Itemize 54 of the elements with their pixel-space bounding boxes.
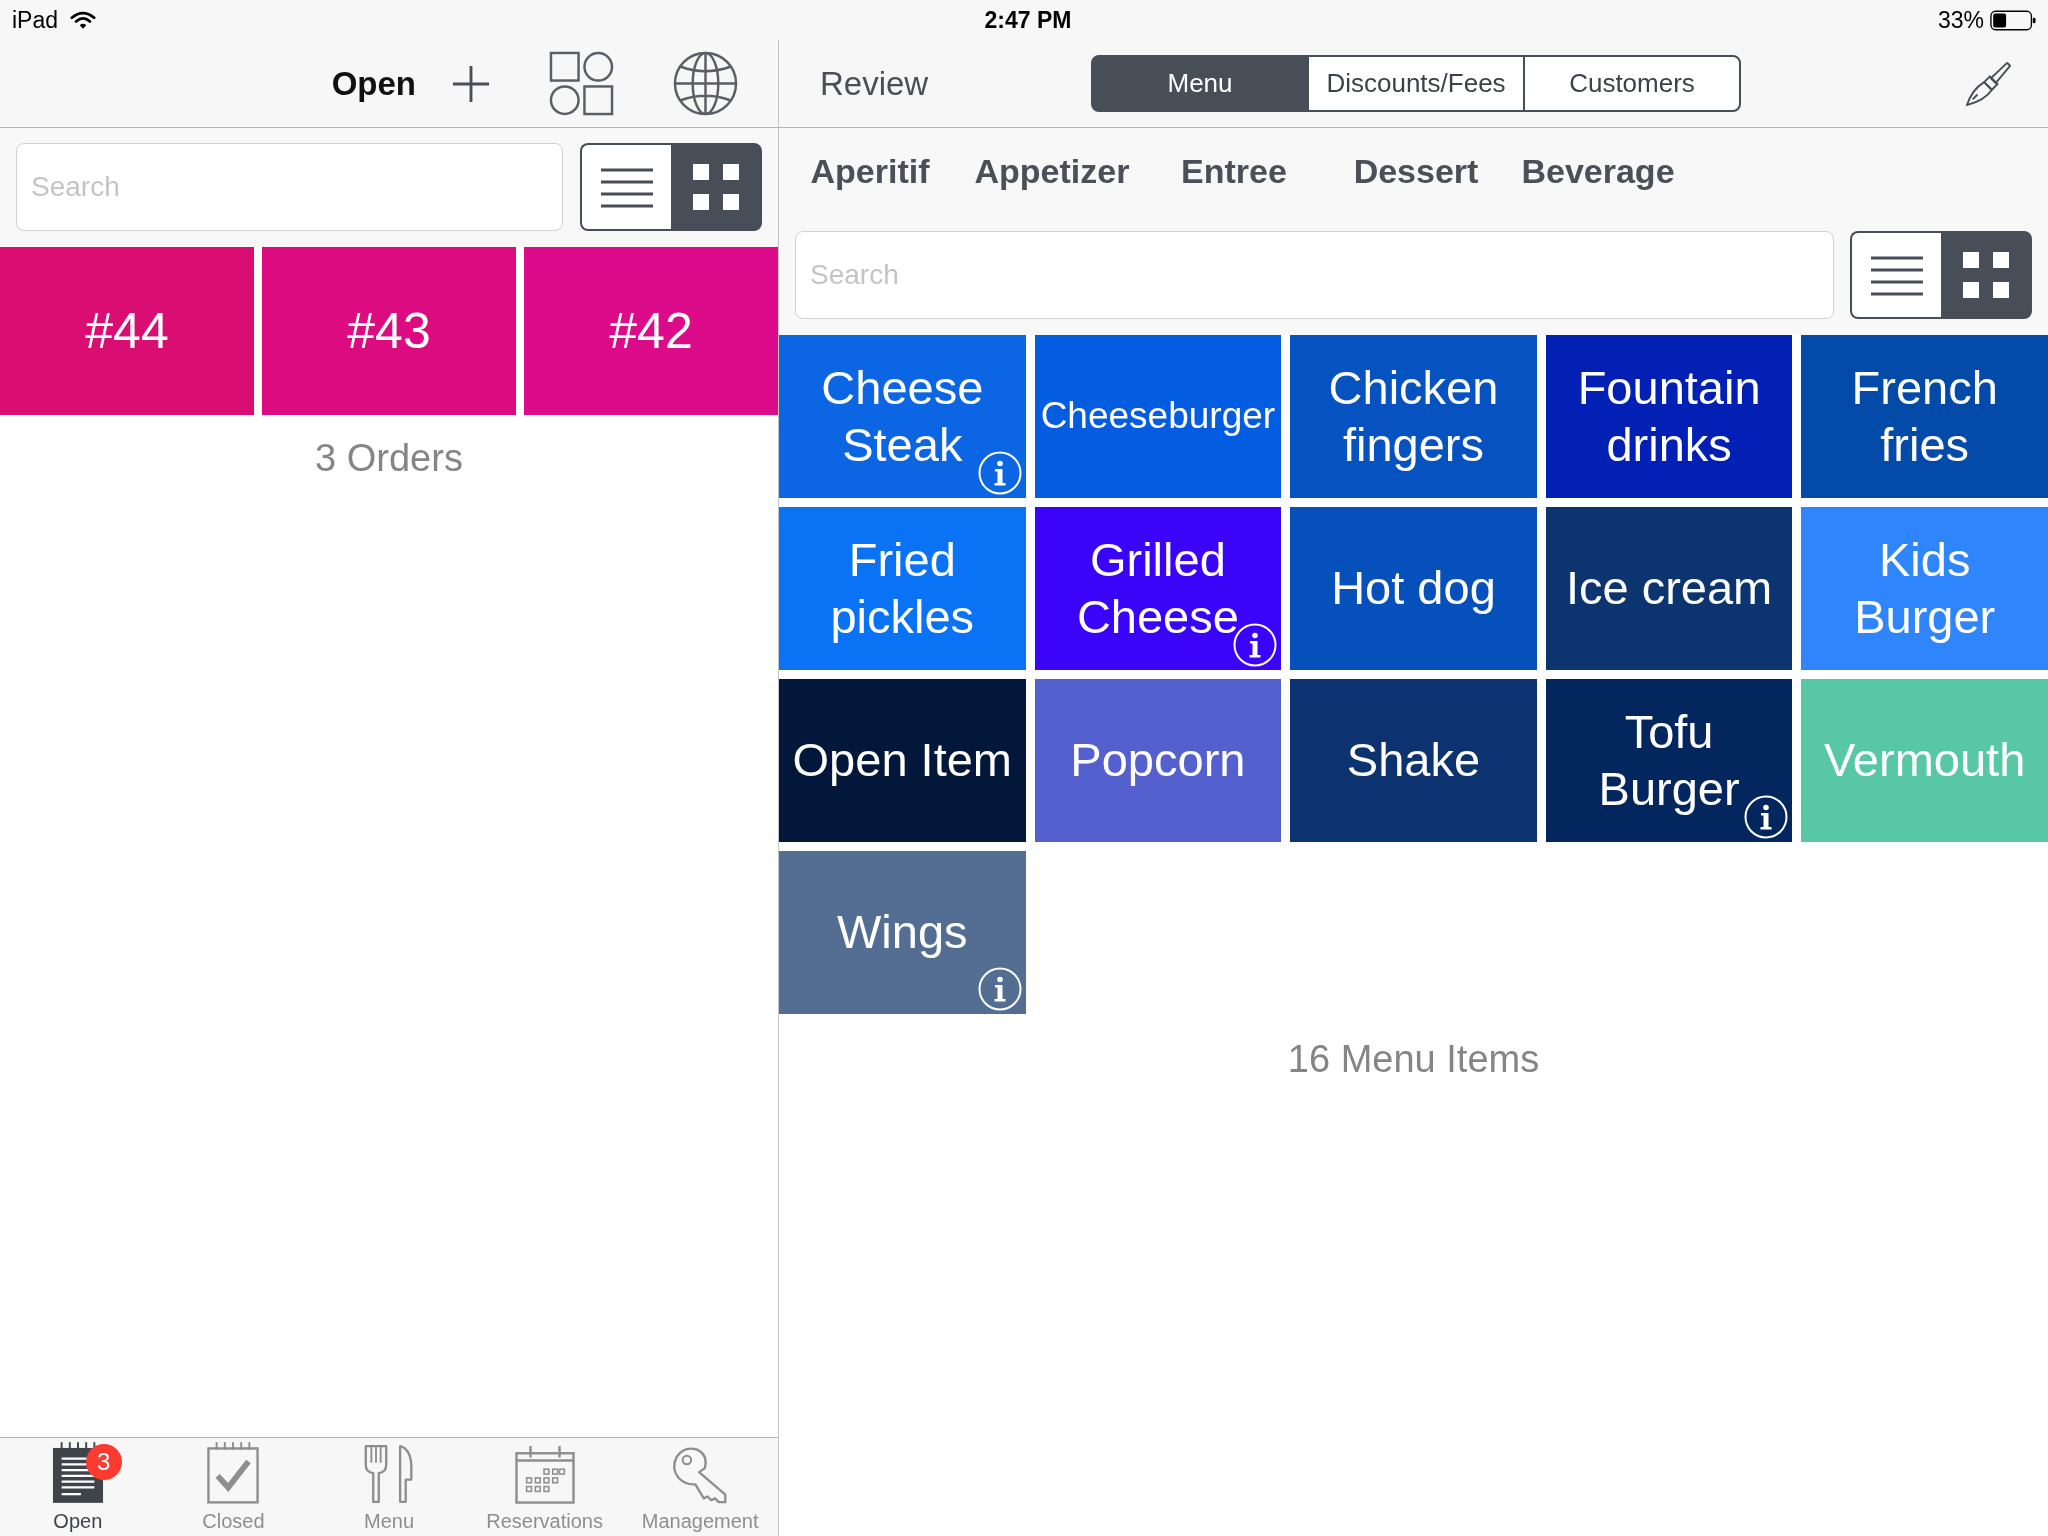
- globe-icon[interactable]: [673, 51, 738, 116]
- list-icon: [1868, 254, 1925, 296]
- menu-item-tile[interactable]: Kids Burger: [1801, 507, 2048, 670]
- grid-view-button[interactable]: [671, 143, 762, 231]
- menu-item-tile[interactable]: Fried pickles: [779, 507, 1026, 670]
- menu-item-tile[interactable]: Fountain drinks: [1545, 335, 1793, 498]
- battery-percent: 33%: [1937, 6, 1984, 34]
- category-tab[interactable]: Aperitif: [779, 152, 961, 191]
- list-icon: [598, 166, 655, 208]
- list-view-button[interactable]: [580, 143, 671, 231]
- segment-tab[interactable]: Menu: [1091, 55, 1309, 112]
- menu-item-tile[interactable]: Hot dog: [1290, 507, 1537, 670]
- order-tile[interactable]: #43: [262, 247, 516, 415]
- battery-icon: [1990, 9, 2036, 31]
- category-tab[interactable]: Appetizer: [961, 152, 1143, 191]
- calendar-icon: [514, 1446, 575, 1504]
- checked-notepad-icon: [207, 1442, 260, 1504]
- list-view-button[interactable]: [1850, 231, 1941, 319]
- segment-tab[interactable]: Customers: [1523, 55, 1741, 112]
- category-tab[interactable]: Beverage: [1507, 152, 1689, 191]
- item-count: 16 Menu Items: [1286, 1037, 1541, 1082]
- menu-item-tile[interactable]: Chicken fingers: [1290, 335, 1537, 498]
- segment-tab[interactable]: Discounts/Fees: [1307, 55, 1525, 112]
- grid-view-button[interactable]: [1941, 231, 2032, 319]
- menu-item-tile[interactable]: Tofu Burger: [1545, 679, 1793, 842]
- order-count: 3 Orders: [314, 436, 464, 481]
- fork-knife-icon: [363, 1444, 415, 1504]
- menu-item-tile[interactable]: Wings: [779, 851, 1026, 1014]
- menu-item-tile[interactable]: Open Item: [779, 679, 1026, 842]
- wifi-icon: [70, 10, 97, 30]
- clock-time: 2:47 PM: [984, 6, 1072, 34]
- menu-item-tile[interactable]: French fries: [1801, 335, 2048, 498]
- menu-item-tile[interactable]: Grilled Cheese: [1034, 507, 1282, 670]
- pane-title: Review: [820, 64, 930, 103]
- order-tile[interactable]: #44: [0, 247, 254, 415]
- search-field[interactable]: Search: [795, 231, 1834, 319]
- search-field[interactable]: Search: [16, 143, 563, 231]
- grid-icon: [692, 164, 739, 210]
- plus-icon[interactable]: [452, 64, 490, 103]
- device-name: iPad: [12, 6, 59, 34]
- tab-bar-item[interactable]: 3 Open: [0, 1438, 156, 1536]
- menu-item-tile[interactable]: Popcorn: [1034, 679, 1282, 842]
- menu-item-tile[interactable]: Shake: [1290, 679, 1537, 842]
- menu-item-tile[interactable]: Cheese Steak: [779, 335, 1026, 498]
- info-icon[interactable]: [1744, 795, 1789, 839]
- category-tab[interactable]: Entree: [1143, 152, 1325, 191]
- brush-icon[interactable]: [1964, 60, 2012, 107]
- grid-icon: [1962, 252, 2009, 298]
- category-tab[interactable]: Dessert: [1325, 152, 1507, 191]
- menu-item-tile[interactable]: Ice cream: [1545, 507, 1793, 670]
- menu-item-tile[interactable]: Cheeseburger: [1034, 335, 1282, 498]
- order-tile[interactable]: #42: [524, 247, 778, 415]
- pane-title: Open: [331, 64, 416, 103]
- shapes-icon[interactable]: [549, 51, 614, 116]
